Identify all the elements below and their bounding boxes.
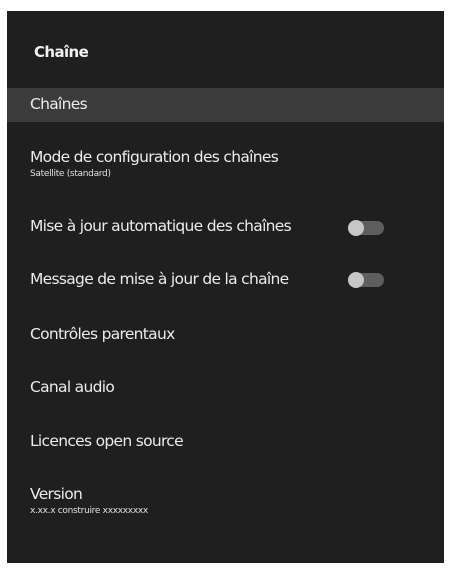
menu-item-label: Canal audio — [30, 378, 115, 396]
menu-item-canal-audio[interactable]: Canal audio — [7, 370, 444, 408]
menu-item-chaines[interactable]: Chaînes — [7, 88, 444, 122]
menu-item-message-mise-a-jour[interactable]: Message de mise à jour de la chaîne — [7, 262, 444, 300]
panel-title: Chaîne — [34, 43, 89, 61]
menu-item-label: Message de mise à jour de la chaîne — [30, 270, 289, 288]
menu-item-value: x.xx.x construire xxxxxxxxx — [30, 506, 148, 516]
menu-item-label: Mode de configuration des chaînes — [30, 148, 279, 166]
menu-item-value: Satellite (standard) — [30, 169, 111, 179]
menu-item-label: Chaînes — [30, 95, 88, 113]
menu-item-version[interactable]: Version x.xx.x construire xxxxxxxxx — [7, 479, 444, 529]
menu-item-label: Version — [30, 485, 83, 503]
menu-item-label: Mise à jour automatique des chaînes — [30, 217, 292, 235]
menu-item-mise-a-jour-automatique[interactable]: Mise à jour automatique des chaînes — [7, 209, 444, 247]
channel-settings-panel: Chaîne Chaînes Mode de configuration des… — [7, 11, 444, 563]
menu-item-controles-parentaux[interactable]: Contrôles parentaux — [7, 317, 444, 355]
toggle-knob — [348, 220, 364, 236]
menu-item-mode-configuration[interactable]: Mode de configuration des chaînes Satell… — [7, 142, 444, 192]
menu-item-label: Contrôles parentaux — [30, 325, 175, 343]
auto-update-toggle[interactable] — [348, 220, 384, 236]
toggle-knob — [348, 272, 364, 288]
menu-item-licences-open-source[interactable]: Licences open source — [7, 424, 444, 462]
update-message-toggle[interactable] — [348, 272, 384, 288]
menu-item-label: Licences open source — [30, 432, 184, 450]
